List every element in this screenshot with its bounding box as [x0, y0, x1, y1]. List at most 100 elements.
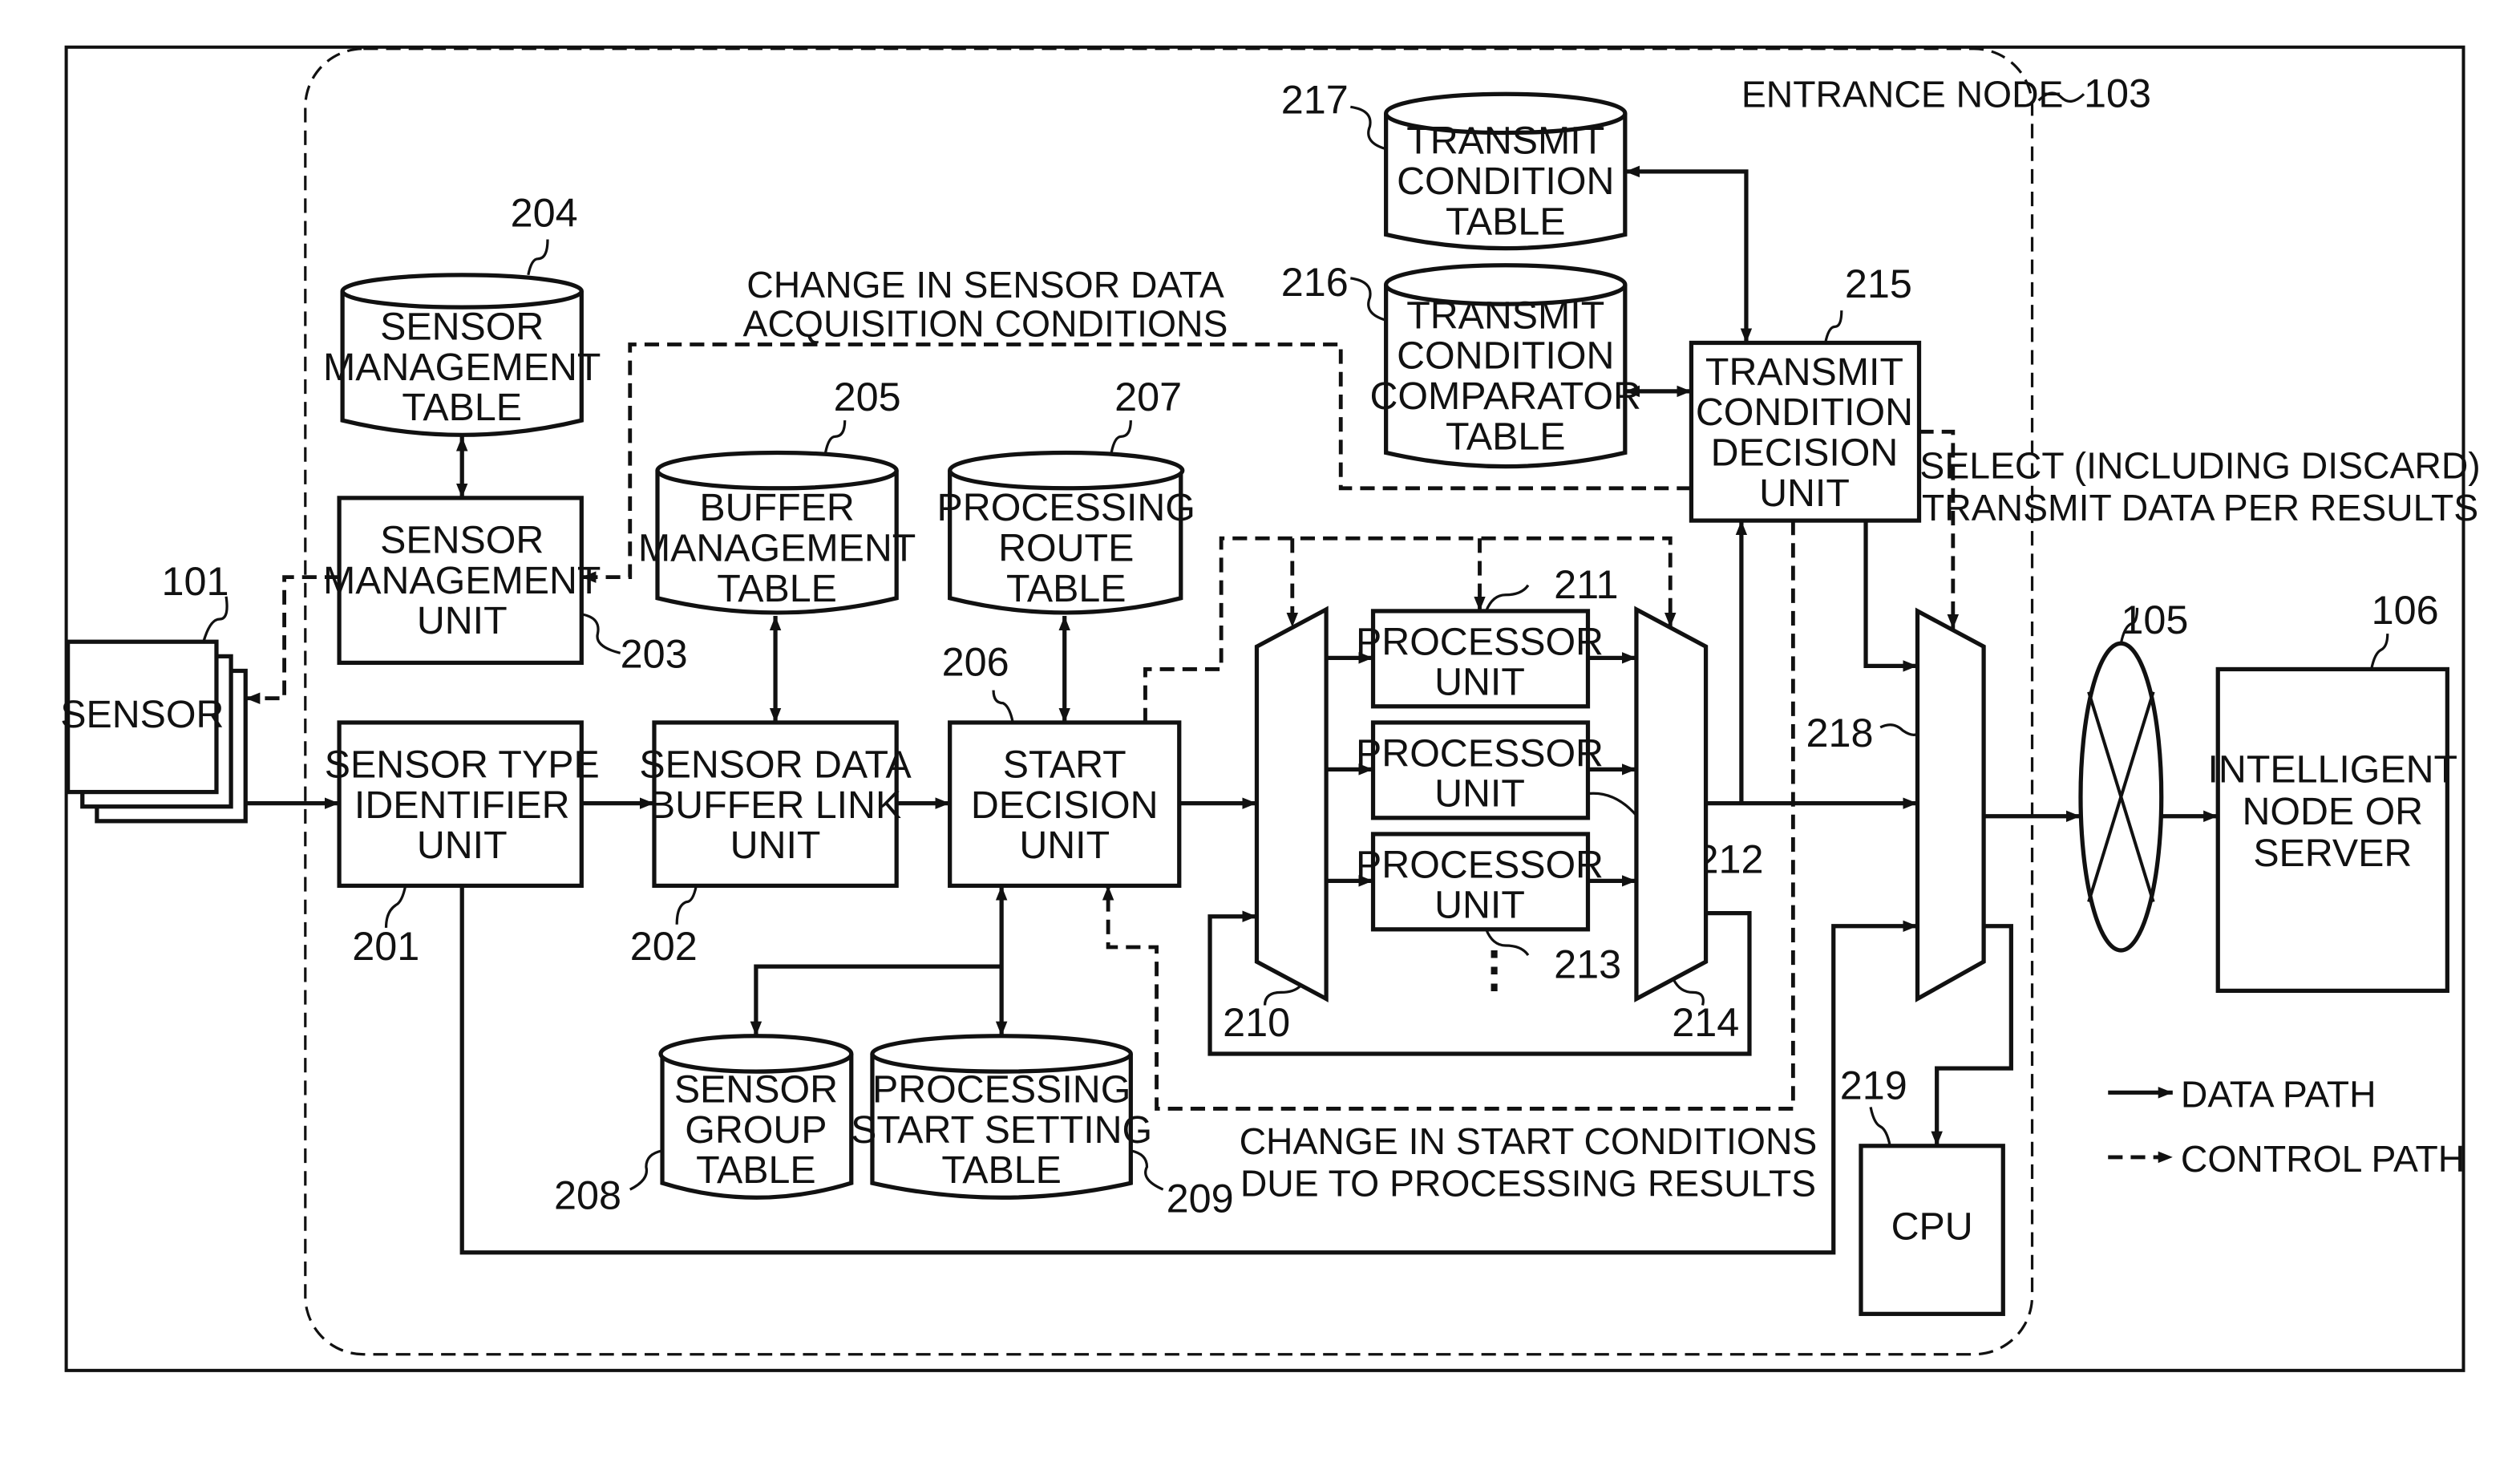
- sensor-group-table: SENSOR GROUP TABLE: [658, 1034, 854, 1200]
- sensor-management-unit: SENSOR MANAGEMENT UNIT: [323, 496, 601, 666]
- buffer-management-table: BUFFER MANAGEMENT TABLE: [638, 450, 916, 615]
- selector-218: [1915, 607, 1986, 1002]
- svg-text:NODE OR: NODE OR: [2242, 790, 2423, 833]
- svg-text:SENSOR DATA: SENSOR DATA: [639, 743, 912, 786]
- ref-leader-219: [1869, 1107, 1891, 1147]
- ellipsis-more-processors: ⋮: [1470, 942, 1518, 996]
- ref-218: 218: [1806, 710, 1873, 755]
- ref-210: 210: [1223, 999, 1290, 1045]
- sensor-type-identifier-unit: SENSOR TYPE IDENTIFIER UNIT: [325, 720, 600, 889]
- svg-text:PROCESSING: PROCESSING: [872, 1067, 1131, 1111]
- svg-text:TABLE: TABLE: [717, 567, 837, 610]
- svg-text:TABLE: TABLE: [696, 1148, 816, 1192]
- svg-text:ROUTE: ROUTE: [998, 526, 1134, 569]
- ref-leader-215: [1824, 310, 1843, 343]
- processor-unit-213: PROCESSOR UNIT: [1356, 832, 1604, 932]
- annotation-sensor-acq-line1: CHANGE IN SENSOR DATA: [746, 264, 1224, 306]
- sensor-data-buffer-link-unit: SENSOR DATA BUFFER LINK UNIT: [639, 720, 912, 889]
- svg-text:TABLE: TABLE: [1446, 415, 1566, 458]
- svg-text:CPU: CPU: [1891, 1205, 1973, 1249]
- svg-text:TABLE: TABLE: [402, 386, 522, 429]
- ref-leader-106: [2370, 634, 2389, 670]
- processing-start-setting-table: PROCESSING START SETTING TABLE: [851, 1034, 1152, 1200]
- svg-text:GROUP: GROUP: [685, 1108, 827, 1152]
- ref-leader-204: [527, 239, 549, 276]
- svg-text:MANAGEMENT: MANAGEMENT: [638, 526, 916, 569]
- annotation-select-line1: SELECT (INCLUDING DISCARD): [1919, 445, 2480, 487]
- annotation-select-line2: TRANSMIT DATA PER RESULTS: [1922, 487, 2478, 529]
- ref-201: 201: [352, 923, 419, 969]
- svg-text:TABLE: TABLE: [1006, 567, 1127, 610]
- ref-213: 213: [1554, 941, 1621, 986]
- sensor-label: SENSOR: [60, 693, 224, 736]
- processor-unit-212: PROCESSOR UNIT: [1356, 720, 1604, 820]
- demux-210: [1254, 605, 1329, 1002]
- ref-leader-209: [1130, 1149, 1164, 1191]
- ref-leader-211: [1485, 584, 1530, 612]
- ref-203: 203: [621, 630, 688, 676]
- svg-text:MANAGEMENT: MANAGEMENT: [323, 346, 601, 389]
- annotation-sensor-acq-line2: ACQUISITION CONDITIONS: [743, 302, 1228, 344]
- svg-text:DECISION: DECISION: [1711, 431, 1899, 475]
- ref-217: 217: [1281, 76, 1349, 122]
- svg-text:UNIT: UNIT: [1759, 472, 1850, 515]
- ref-207: 207: [1114, 374, 1182, 419]
- svg-text:BUFFER LINK: BUFFER LINK: [649, 784, 901, 827]
- network-105: [2078, 641, 2164, 953]
- ref-202: 202: [630, 923, 698, 969]
- ref-214: 214: [1672, 999, 1739, 1045]
- intelligent-node-or-server: INTELLIGENT NODE OR SERVER: [2207, 666, 2457, 994]
- svg-text:PROCESSOR: PROCESSOR: [1356, 620, 1604, 663]
- transmit-condition-decision-unit: TRANSMIT CONDITION DECISION UNIT: [1689, 340, 1922, 523]
- svg-text:DECISION: DECISION: [971, 784, 1159, 827]
- transmit-condition-table: TRANSMIT CONDITION TABLE: [1384, 91, 1628, 251]
- ref-209: 209: [1167, 1175, 1234, 1221]
- ref-leader-218: [1879, 723, 1919, 736]
- transmit-condition-comparator-table: TRANSMIT CONDITION COMPARATOR TABLE: [1370, 263, 1641, 469]
- mux-214: [1634, 605, 1709, 1002]
- ref-211: 211: [1554, 561, 1618, 607]
- ref-leader-208: [629, 1149, 663, 1191]
- svg-text:SENSOR TYPE: SENSOR TYPE: [325, 743, 600, 786]
- svg-text:TRANSMIT: TRANSMIT: [1406, 294, 1604, 337]
- ref-216: 216: [1281, 259, 1349, 305]
- processor-unit-211: PROCESSOR UNIT: [1356, 609, 1604, 709]
- sensor-stack: SENSOR: [60, 639, 248, 824]
- ref-219: 219: [1840, 1062, 1907, 1108]
- ref-105: 105: [2121, 597, 2188, 642]
- ref-leader-202: [675, 885, 698, 925]
- svg-text:BUFFER: BUFFER: [699, 486, 854, 529]
- svg-text:UNIT: UNIT: [1019, 824, 1110, 867]
- svg-text:SERVER: SERVER: [2253, 832, 2412, 875]
- svg-text:UNIT: UNIT: [417, 824, 508, 867]
- svg-text:UNIT: UNIT: [1434, 772, 1525, 816]
- svg-text:CONDITION: CONDITION: [1397, 334, 1614, 378]
- ref-204: 204: [511, 189, 578, 235]
- ref-leader-207: [1110, 420, 1132, 453]
- svg-text:IDENTIFIER: IDENTIFIER: [354, 784, 570, 827]
- svg-text:INTELLIGENT: INTELLIGENT: [2207, 747, 2457, 791]
- entrance-node-label: ENTRANCE NODE: [1741, 73, 2064, 115]
- svg-text:MANAGEMENT: MANAGEMENT: [323, 559, 601, 602]
- ref-leader-201: [384, 885, 407, 928]
- svg-text:START: START: [1003, 743, 1127, 786]
- legend-control-path-label: CONTROL PATH: [2181, 1138, 2465, 1180]
- ref-208: 208: [554, 1172, 621, 1217]
- sensor-management-table: SENSOR MANAGEMENT TABLE: [323, 273, 601, 437]
- svg-text:COMPARATOR: COMPARATOR: [1370, 375, 1641, 418]
- annotation-start-cond-line1: CHANGE IN START CONDITIONS: [1240, 1120, 1818, 1162]
- svg-text:PROCESSOR: PROCESSOR: [1356, 731, 1604, 775]
- svg-text:PROCESSOR: PROCESSOR: [1356, 843, 1604, 886]
- svg-text:UNIT: UNIT: [1434, 661, 1525, 704]
- processing-route-table: PROCESSING ROUTE TABLE: [937, 450, 1195, 615]
- legend: DATA PATH CONTROL PATH: [2108, 1073, 2465, 1180]
- annotation-start-cond-line2: DUE TO PROCESSING RESULTS: [1240, 1162, 1816, 1204]
- legend-data-path-label: DATA PATH: [2181, 1073, 2376, 1115]
- svg-text:TRANSMIT: TRANSMIT: [1705, 350, 1903, 394]
- svg-text:PROCESSING: PROCESSING: [937, 486, 1195, 529]
- svg-text:CONDITION: CONDITION: [1696, 391, 1913, 434]
- svg-text:START SETTING: START SETTING: [851, 1108, 1152, 1152]
- svg-text:UNIT: UNIT: [1434, 884, 1525, 927]
- svg-text:SENSOR: SENSOR: [380, 518, 544, 561]
- svg-text:TABLE: TABLE: [941, 1148, 1062, 1192]
